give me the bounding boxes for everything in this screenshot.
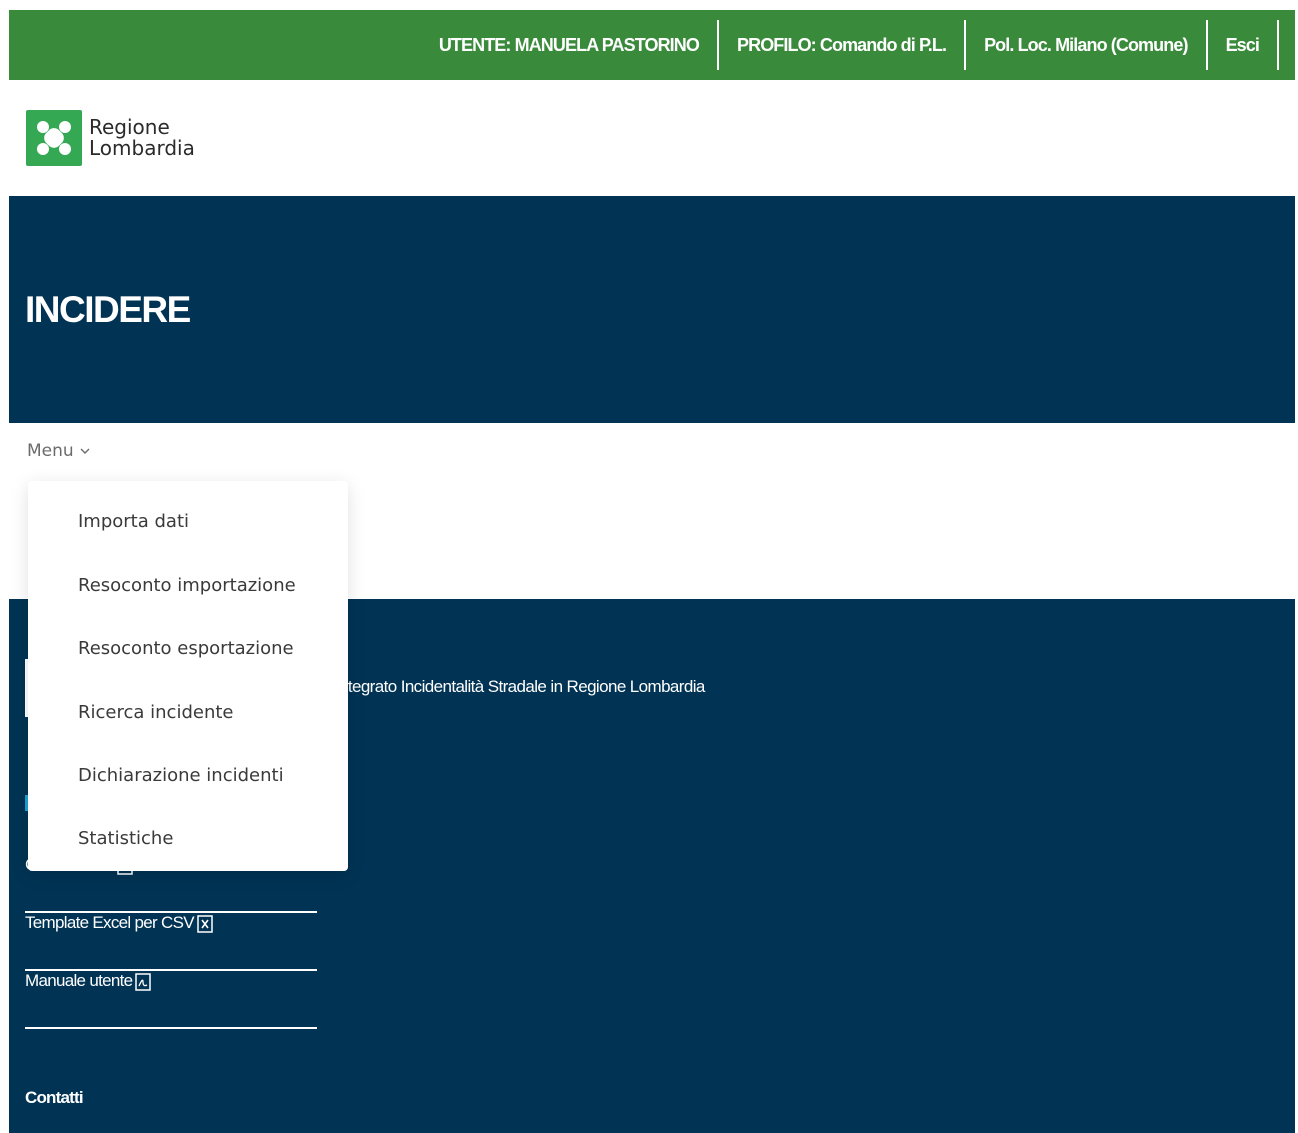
top-bar: UTENTE: MANUELA PASTORINO PROFILO: Coman… xyxy=(9,10,1295,80)
page-title: INCIDERE xyxy=(25,289,191,330)
logout-link[interactable]: Esci xyxy=(1208,20,1279,70)
pdf-icon xyxy=(135,973,152,991)
excel-icon xyxy=(197,915,213,933)
user-profile: PROFILO: Comando di P.L. xyxy=(719,20,967,70)
user-entity: Pol. Loc. Milano (Comune) xyxy=(966,20,1208,70)
user-name: UTENTE: MANUELA PASTORINO xyxy=(421,20,719,70)
menu-item-importa-dati[interactable]: Importa dati xyxy=(78,511,189,532)
footer-description: ntegrato Incidentalità Stradale in Regio… xyxy=(339,677,705,696)
menu-item-resoconto-esportazione[interactable]: Resoconto esportazione xyxy=(78,638,294,659)
chevron-down-icon xyxy=(80,448,90,454)
menu-toggle[interactable]: Menu xyxy=(27,441,90,461)
regione-lombardia-logo[interactable]: Regione Lombardia xyxy=(26,110,195,166)
menu-item-statistiche[interactable]: Statistiche xyxy=(78,828,173,849)
menu-item-resoconto-importazione[interactable]: Resoconto importazione xyxy=(78,575,296,596)
logo-line-1: Regione xyxy=(89,115,170,139)
footer-link-label: Manuale utente xyxy=(25,971,133,990)
menu-item-ricerca-incidente[interactable]: Ricerca incidente xyxy=(78,702,233,723)
menu-item-dichiarazione-incidenti[interactable]: Dichiarazione incidenti xyxy=(78,765,284,786)
footer-link-manuale-utente[interactable]: Manuale utente xyxy=(25,971,317,1029)
menu-dropdown: Importa dati Resoconto importazione Reso… xyxy=(28,481,348,871)
logo-text: Regione Lombardia xyxy=(89,117,195,159)
logo-line-2: Lombardia xyxy=(89,136,195,160)
menu-toggle-label: Menu xyxy=(27,441,74,461)
logo-mark-icon xyxy=(26,110,82,166)
footer-contacts-heading: Contatti xyxy=(25,1088,84,1107)
hero-banner: INCIDERE xyxy=(9,196,1295,423)
footer-link-template-excel[interactable]: Template Excel per CSV xyxy=(25,913,317,971)
footer-link-label: Template Excel per CSV xyxy=(25,913,195,932)
